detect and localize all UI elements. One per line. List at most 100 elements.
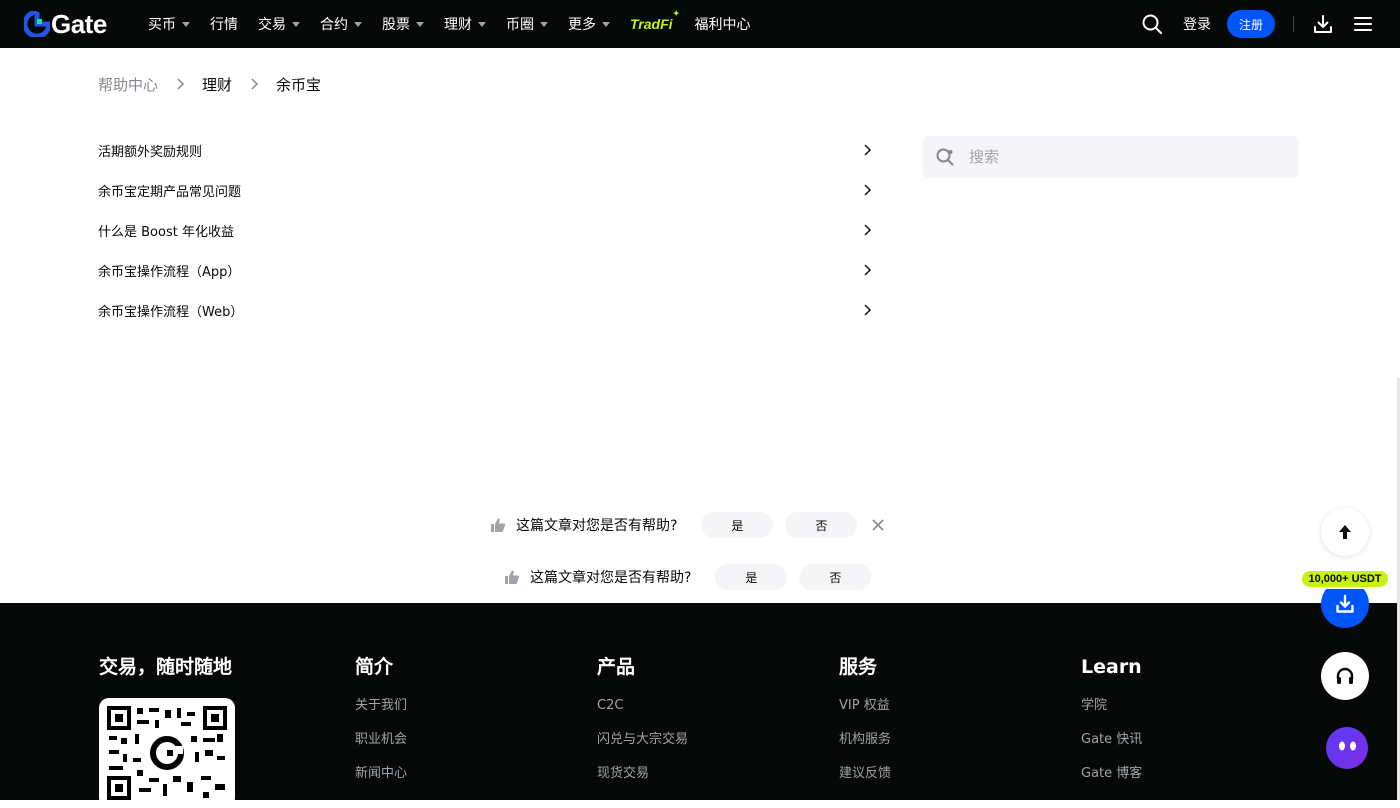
- caret-down-icon: [292, 21, 300, 27]
- caret-down-icon: [540, 21, 548, 27]
- help-search-box: [923, 136, 1299, 178]
- chevron-right-icon: [177, 78, 185, 90]
- login-button[interactable]: 登录: [1183, 14, 1211, 34]
- footer-col-products: 产品 C2C 闪兑与大宗交易 现货交易: [597, 655, 688, 798]
- article-item[interactable]: 什么是 Boost 年化收益: [98, 210, 878, 250]
- thumbs-up-icon: [491, 518, 506, 532]
- robot-face-icon: [1326, 727, 1368, 769]
- footer-link[interactable]: 闪兑与大宗交易: [597, 730, 688, 750]
- search-icon[interactable]: [1141, 13, 1163, 35]
- sparkle-icon: ✦: [672, 9, 680, 18]
- nav-label: 福利中心: [694, 17, 751, 33]
- footer-link[interactable]: 机构服务: [839, 730, 891, 750]
- top-navbar: Gate 买币 行情 交易 合约 股票 理财 币圈 更多 TradFi ✦ 福利中…: [0, 0, 1400, 48]
- article-title: 活期额外奖励规则: [98, 144, 203, 160]
- nav-label: 币圈: [506, 17, 534, 33]
- footer: 交易，随时随地 简介 关于我们 职业机会 新闻中心 产品 C2C 闪兑与大宗交易: [0, 603, 1400, 808]
- nav-item-trade[interactable]: 交易: [258, 0, 300, 48]
- nav-item-buy[interactable]: 买币: [148, 0, 190, 48]
- chevron-right-icon: [864, 144, 871, 156]
- footer-link[interactable]: 学院: [1081, 696, 1142, 716]
- footer-col-services: 服务 VIP 权益 机构服务 建议反馈: [839, 655, 891, 798]
- usdt-reward-badge[interactable]: 10,000+ USDT: [1300, 569, 1390, 589]
- chevron-right-icon: [864, 184, 871, 196]
- arrow-up-icon: [1339, 525, 1351, 539]
- nav-item-more[interactable]: 更多: [568, 0, 610, 48]
- breadcrumb-current: 余币宝: [276, 75, 322, 94]
- footer-link[interactable]: VIP 权益: [839, 696, 891, 716]
- footer-col-title: 简介: [355, 656, 394, 678]
- ai-assistant-button[interactable]: [1321, 724, 1369, 772]
- customer-support-button[interactable]: [1321, 652, 1369, 700]
- feedback-bar-floating: 这篇文章对您是否有帮助? 是 否: [490, 512, 885, 538]
- nav-label: 交易: [258, 17, 286, 33]
- nav-label: 买币: [148, 17, 176, 33]
- footer-link[interactable]: 关于我们: [355, 696, 407, 716]
- caret-down-icon: [354, 21, 362, 27]
- help-search-input[interactable]: [969, 148, 1269, 166]
- download-icon: [1336, 594, 1354, 613]
- header-divider: [1293, 16, 1294, 32]
- tradfi-label: TradFi: [630, 16, 673, 32]
- thumbs-up-icon: [505, 570, 520, 584]
- footer-col-title: Learn: [1081, 656, 1142, 678]
- footer-link[interactable]: C2C: [597, 696, 688, 716]
- chevron-right-icon: [864, 224, 871, 236]
- footer-link[interactable]: 新闻中心: [355, 764, 407, 784]
- register-button[interactable]: 注册: [1227, 10, 1275, 38]
- footer-col-title: 产品: [597, 656, 636, 678]
- article-title: 什么是 Boost 年化收益: [98, 224, 234, 240]
- qr-code-icon: [107, 706, 227, 800]
- footer-link[interactable]: 现货交易: [597, 764, 688, 784]
- footer-col-learn: Learn 学院 Gate 快讯 Gate 博客: [1081, 655, 1142, 798]
- footer-link[interactable]: Gate 快讯: [1081, 730, 1142, 750]
- nav-label: 更多: [568, 17, 596, 33]
- article-item[interactable]: 余币宝操作流程（App）: [98, 250, 878, 290]
- caret-down-icon: [602, 21, 610, 27]
- chevron-right-icon: [864, 264, 871, 276]
- hamburger-menu-icon[interactable]: [1352, 13, 1374, 35]
- nav-item-community[interactable]: 币圈: [506, 0, 548, 48]
- caret-down-icon: [416, 21, 424, 27]
- nav-item-welfare[interactable]: 福利中心: [695, 0, 751, 48]
- download-icon[interactable]: [1312, 13, 1334, 35]
- nav-item-futures[interactable]: 合约: [320, 0, 362, 48]
- search-icon: [936, 148, 954, 166]
- footer-col-title: 服务: [839, 656, 878, 678]
- article-item[interactable]: 余币宝定期产品常见问题: [98, 170, 878, 210]
- footer-brand: 交易，随时随地: [99, 655, 232, 696]
- nav-label: 合约: [320, 17, 348, 33]
- article-list: 活期额外奖励规则 余币宝定期产品常见问题 什么是 Boost 年化收益 余币宝操…: [98, 130, 878, 330]
- app-qr-code: [99, 698, 235, 808]
- breadcrumb-help-center[interactable]: 帮助中心: [98, 74, 158, 95]
- chevron-right-icon: [251, 78, 259, 90]
- caret-down-icon: [182, 21, 190, 27]
- breadcrumb-earn[interactable]: 理财: [202, 74, 232, 95]
- nav-item-earn[interactable]: 理财: [444, 0, 486, 48]
- nav-item-stocks[interactable]: 股票: [382, 0, 424, 48]
- footer-col-about: 简介 关于我们 职业机会 新闻中心: [355, 655, 407, 798]
- feedback-bar: 这篇文章对您是否有帮助? 是 否: [504, 564, 872, 590]
- caret-down-icon: [478, 21, 486, 27]
- gate-logo[interactable]: Gate: [24, 9, 107, 39]
- nav-item-markets[interactable]: 行情: [210, 0, 238, 48]
- footer-link[interactable]: 建议反馈: [839, 764, 891, 784]
- article-title: 余币宝操作流程（App）: [98, 264, 241, 280]
- article-item[interactable]: 活期额外奖励规则: [98, 130, 878, 170]
- article-item[interactable]: 余币宝操作流程（Web）: [98, 290, 878, 330]
- close-icon[interactable]: [871, 518, 885, 532]
- breadcrumb: 帮助中心 理财 余币宝: [98, 72, 321, 96]
- feedback-no-button[interactable]: 否: [785, 512, 858, 538]
- article-title: 余币宝操作流程（Web）: [98, 304, 244, 320]
- article-title: 余币宝定期产品常见问题: [98, 184, 242, 200]
- feedback-yes-button[interactable]: 是: [701, 512, 774, 538]
- headset-icon: [1336, 667, 1354, 684]
- nav-label: 行情: [210, 17, 238, 33]
- footer-link[interactable]: 职业机会: [355, 730, 407, 750]
- back-to-top-button[interactable]: [1321, 508, 1369, 556]
- feedback-no-button[interactable]: 否: [799, 564, 872, 590]
- footer-link[interactable]: Gate 博客: [1081, 764, 1142, 784]
- gate-logo-icon: [24, 11, 50, 37]
- feedback-yes-button[interactable]: 是: [715, 564, 788, 590]
- nav-item-tradfi[interactable]: TradFi ✦: [630, 9, 680, 32]
